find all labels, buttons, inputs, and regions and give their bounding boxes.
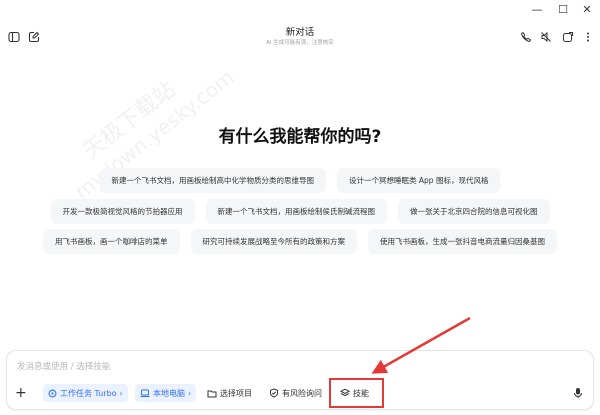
annotation-highlight-box xyxy=(329,378,384,408)
welcome-heading: 有什么我能帮你的吗? xyxy=(218,127,382,147)
close-button[interactable]: ✕ xyxy=(574,0,600,18)
plus-icon: + xyxy=(15,385,27,401)
shield-check-icon xyxy=(270,388,278,398)
select-project-button[interactable]: 选择项目 xyxy=(207,384,252,402)
message-composer[interactable]: 发消息或使用 / 选择技能 + 工作任务 Turbo › 本地电脑 › 选择项目… xyxy=(6,350,594,410)
suggestion-chip[interactable]: 新建一个飞书文档，用画板绘制侯氏制碱流程图 xyxy=(205,199,387,224)
laptop-icon xyxy=(140,389,150,397)
title-bar: — ☐ ✕ xyxy=(0,0,600,22)
local-computer-pill[interactable]: 本地电脑 › xyxy=(135,384,197,402)
maximize-button[interactable]: ☐ xyxy=(550,0,576,18)
page-title: 新对话 xyxy=(285,27,315,38)
suggestion-chip[interactable]: 开发一款极简视觉风格的节拍器应用 xyxy=(50,199,195,224)
suggestion-chip[interactable]: 新建一个飞书文档，用画板绘制高中化学物质分类的思维导图 xyxy=(99,168,327,193)
suggestion-row: 开发一款极简视觉风格的节拍器应用 新建一个飞书文档，用画板绘制侯氏制碱流程图 做… xyxy=(0,199,600,224)
suggestion-chip[interactable]: 研究可持续发展战略至今所有的政策和方案 xyxy=(190,229,357,254)
message-input[interactable]: 发消息或使用 / 选择技能 xyxy=(17,360,110,372)
minimize-button[interactable]: — xyxy=(524,0,550,18)
task-mode-pill[interactable]: 工作任务 Turbo › xyxy=(43,384,128,402)
more-icon[interactable] xyxy=(580,29,596,45)
suggestion-chip[interactable]: 设计一个冥想睡眠类 App 图标，现代风格 xyxy=(337,168,501,193)
page-subtitle: AI 生成可能有误，注意核实 xyxy=(266,40,334,46)
share-icon[interactable] xyxy=(560,29,576,45)
suggestion-chip[interactable]: 用飞书画板，画一个咖啡店的菜单 xyxy=(43,229,180,254)
voice-input-button[interactable] xyxy=(573,384,586,402)
microphone-icon xyxy=(574,388,582,398)
folder-icon xyxy=(207,390,217,397)
risk-ask-button[interactable]: 有风险询问 xyxy=(269,384,322,402)
suggestion-row: 用飞书画板，画一个咖啡店的菜单 研究可持续发展战略至今所有的政策和方案 使用飞书… xyxy=(0,229,600,254)
chat-header: 新对话 AI 生成可能有误，注意核实 xyxy=(0,22,600,52)
watermark: 天极下载站 xyxy=(78,76,181,165)
suggestion-row: 新建一个飞书文档，用画板绘制高中化学物质分类的思维导图 设计一个冥想睡眠类 Ap… xyxy=(0,168,600,193)
chevron-right-icon: › xyxy=(119,388,123,398)
chevron-right-icon: › xyxy=(188,388,192,398)
phone-icon[interactable] xyxy=(518,29,534,45)
task-icon xyxy=(48,389,57,397)
suggestion-chip[interactable]: 做一张关于北京四合院的信息可视化图 xyxy=(398,199,550,224)
add-attachment-button[interactable]: + xyxy=(15,384,27,402)
suggestion-chip[interactable]: 使用飞书画板，生成一张抖音电商流量归因桑基图 xyxy=(368,229,557,254)
mute-icon[interactable] xyxy=(538,29,554,45)
